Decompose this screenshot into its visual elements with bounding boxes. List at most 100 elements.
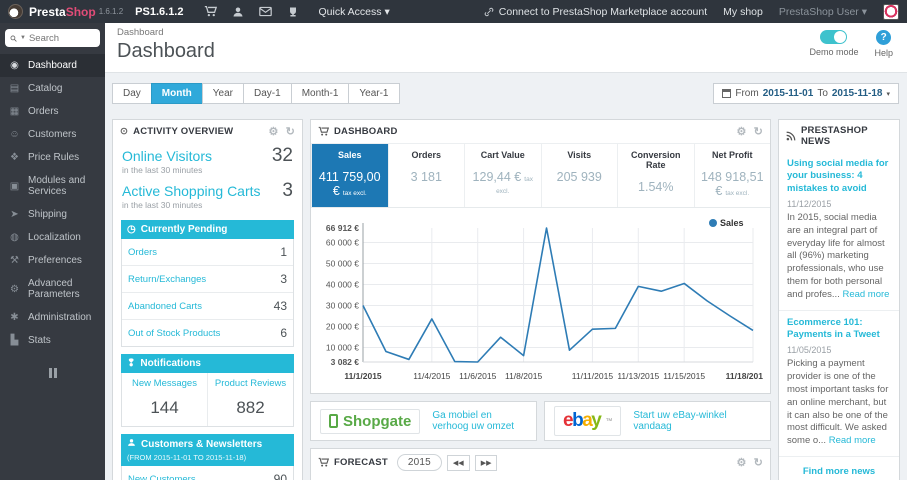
svg-text:30 000 €: 30 000 € xyxy=(326,300,359,310)
find-more-news-link[interactable]: Find more news xyxy=(779,457,899,480)
menu-item-icon: ▦ xyxy=(9,106,20,117)
stat-link[interactable]: Online Visitors xyxy=(122,148,212,164)
svg-text:11/4/2015: 11/4/2015 xyxy=(413,371,450,381)
breadcrumb[interactable]: Dashboard xyxy=(117,27,895,38)
kpi-value: 3 181 xyxy=(410,170,442,184)
range-button[interactable]: Year xyxy=(201,83,245,104)
menu-item-icon: ☺ xyxy=(9,129,20,140)
shopgate-banner[interactable]: Shopgate Ga mobiel en verhoog uw omzet xyxy=(310,401,537,441)
mail-icon[interactable] xyxy=(258,6,272,17)
date-range-picker[interactable]: From 2015-11-01 To 2015-11-18 ▾ xyxy=(713,83,899,104)
read-more-link[interactable]: Read more xyxy=(842,289,889,300)
refresh-icon[interactable]: ↻ xyxy=(754,456,763,469)
sidebar-item-catalog[interactable]: ▤ Catalog xyxy=(0,77,105,100)
shopgate-link[interactable]: Ga mobiel en verhoog uw omzet xyxy=(432,410,527,432)
trophy-icon[interactable] xyxy=(287,6,299,18)
user-icon[interactable] xyxy=(232,6,244,18)
sidebar-item-preferences[interactable]: ⚒ Preferences xyxy=(0,249,105,272)
sidebar-item-price-rules[interactable]: ❖ Price Rules xyxy=(0,146,105,169)
news-article-title[interactable]: Using social media for your business: 4 … xyxy=(787,158,891,195)
svg-text:11/6/2015: 11/6/2015 xyxy=(459,371,496,381)
menu-item-icon: ⚒ xyxy=(10,255,19,266)
sidebar-item-localization[interactable]: ◍ Localization xyxy=(0,226,105,249)
dashboard-content: Day Month Year Day-1 Month-1 Year-1 From 2015-… xyxy=(105,72,907,480)
quick-access-menu[interactable]: Quick Access ▾ xyxy=(319,6,390,18)
sidebar-item-modules[interactable]: ▣ Modules and Services xyxy=(0,169,105,203)
row-link[interactable]: New Customers xyxy=(128,474,196,480)
range-button[interactable]: Month-1 xyxy=(290,83,350,104)
user-avatar[interactable] xyxy=(883,3,899,20)
row-link[interactable]: Orders xyxy=(128,247,157,258)
col-link[interactable]: Product Reviews xyxy=(210,378,291,389)
menu-item-label: Shipping xyxy=(28,209,67,220)
sidebar-item-shipping[interactable]: ➤ Shipping xyxy=(0,203,105,226)
ebay-link[interactable]: Start uw eBay-winkel vandaag xyxy=(633,410,761,432)
sidebar-item-administration[interactable]: ✱ Administration xyxy=(0,306,105,329)
marketplace-link[interactable]: Connect to PrestaShop Marketplace accoun… xyxy=(484,6,707,18)
col-link[interactable]: New Messages xyxy=(124,378,205,389)
range-button[interactable]: Day xyxy=(112,83,152,104)
forecast-prev-button[interactable]: ◀◀ xyxy=(446,454,470,471)
demo-mode-toggle[interactable] xyxy=(820,30,848,44)
activity-stat: Active Shopping Carts 3 in the last 30 m… xyxy=(113,178,302,213)
menu-item-label: Dashboard xyxy=(28,60,77,71)
activity-stat: Online Visitors 32 in the last 30 minute… xyxy=(113,143,302,178)
refresh-icon[interactable]: ↻ xyxy=(286,125,295,138)
col-value: 882 xyxy=(236,398,265,417)
prestashop-admin-screen: PrestaShop 1.6.1.2 PS1.6.1.2 Quick Acces… xyxy=(0,0,907,480)
shopgate-logo: Shopgate xyxy=(320,408,421,434)
cart-icon xyxy=(318,126,329,137)
version-label: 1.6.1.2 xyxy=(98,7,124,16)
sidebar-item-orders[interactable]: ▦ Orders xyxy=(0,100,105,123)
search-scope-caret[interactable]: ▼ xyxy=(20,35,26,41)
pending-row: Out of Stock Products 6 xyxy=(122,320,293,346)
range-button[interactable]: Month xyxy=(150,83,203,104)
notifications-section: ❢ Notifications New Messages 144 Product… xyxy=(121,354,294,427)
activity-overview-panel: ⊙ ACTIVITY OVERVIEW ⚙ ↻ Online Visitors … xyxy=(112,119,303,480)
news-article-excerpt: Picking a payment provider is one of the… xyxy=(787,358,889,447)
menu-item-label: Localization xyxy=(28,232,81,243)
search-input[interactable] xyxy=(28,32,95,44)
kpi-row: Sales 411 759,00 € tax excl. Orders 3 18… xyxy=(311,143,770,208)
row-link[interactable]: Out of Stock Products xyxy=(128,328,220,339)
cart-icon[interactable] xyxy=(204,5,217,18)
row-link[interactable]: Abandoned Carts xyxy=(128,301,202,312)
gear-icon[interactable]: ⚙ xyxy=(737,456,747,469)
sidebar-item-customers[interactable]: ☺ Customers xyxy=(0,123,105,146)
kpi-cell[interactable]: Cart Value 129,44 € tax excl. xyxy=(464,144,541,207)
shop-version-label: PS1.6.1.2 xyxy=(135,5,184,18)
kpi-cell[interactable]: Sales 411 759,00 € tax excl. xyxy=(311,144,388,207)
read-more-link[interactable]: Read more xyxy=(829,435,876,446)
gear-icon[interactable]: ⚙ xyxy=(269,125,279,138)
gear-icon[interactable]: ⚙ xyxy=(737,125,747,138)
kpi-cell[interactable]: Orders 3 181 xyxy=(387,144,465,207)
ebay-letter: b xyxy=(572,410,584,431)
panel-title: PRESTASHOP NEWS xyxy=(801,125,868,147)
forecast-panel: FORECAST 2015 ◀◀ ▶▶ ⚙ ↻ xyxy=(310,448,771,480)
sidebar-item-advanced-parameters[interactable]: ⚙ Advanced Parameters xyxy=(0,272,105,306)
kpi-cell[interactable]: Conversion Rate 1.54% xyxy=(617,144,694,207)
row-link[interactable]: Return/Exchanges xyxy=(128,274,206,285)
brand-wordmark[interactable]: PrestaShop xyxy=(29,5,96,19)
sidebar-collapse-toggle[interactable] xyxy=(48,368,57,378)
news-article-title[interactable]: Ecommerce 101: Payments in a Tweet xyxy=(787,317,891,342)
sidebar-item-dashboard[interactable]: ◉ Dashboard xyxy=(0,54,105,77)
kpi-cell[interactable]: Visits 205 939 xyxy=(540,144,618,207)
sidebar-search[interactable]: ▼ xyxy=(5,29,100,47)
menu-item-icon: ❖ xyxy=(10,152,19,163)
help-icon[interactable]: ? xyxy=(876,30,892,45)
my-shop-link[interactable]: My shop xyxy=(723,6,763,18)
refresh-icon[interactable]: ↻ xyxy=(754,125,763,138)
stat-link[interactable]: Active Shopping Carts xyxy=(122,183,261,199)
pending-row: Abandoned Carts 43 xyxy=(122,293,293,320)
menu-item-label: Catalog xyxy=(28,83,63,94)
range-button[interactable]: Day-1 xyxy=(243,83,292,104)
user-dropdown[interactable]: PrestaShop User ▾ xyxy=(779,6,867,18)
sidebar-item-stats[interactable]: ▙ Stats xyxy=(0,329,105,352)
ebay-banner[interactable]: ebay ™ Start uw eBay-winkel vandaag xyxy=(544,401,771,441)
range-button[interactable]: Year-1 xyxy=(348,83,400,104)
forecast-next-button[interactable]: ▶▶ xyxy=(474,454,498,471)
prestashop-logo[interactable] xyxy=(8,4,23,19)
kpi-cell[interactable]: Net Profit 148 918,51 € tax excl. xyxy=(693,144,771,207)
stat-value: 32 xyxy=(271,145,293,166)
